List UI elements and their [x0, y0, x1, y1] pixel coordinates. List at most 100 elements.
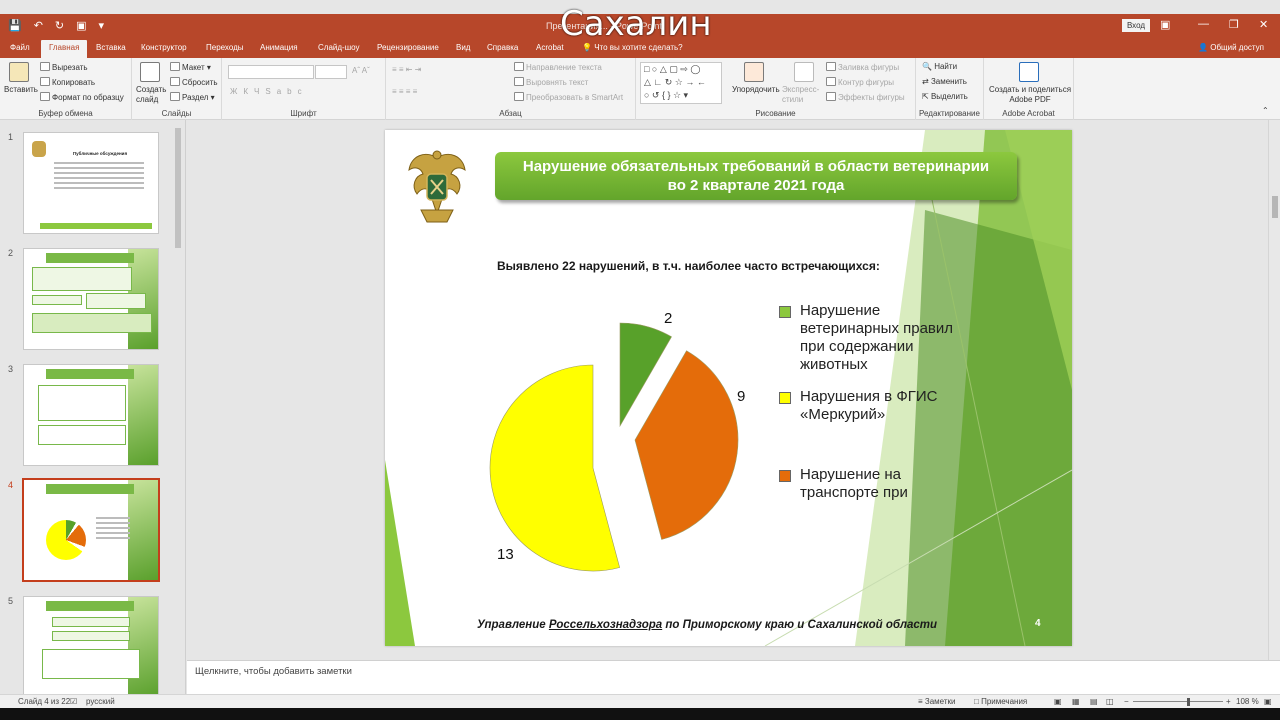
arrange-icon[interactable]	[744, 62, 764, 82]
shape-fill-button[interactable]: Заливка фигуры	[826, 62, 899, 72]
copy-icon	[40, 77, 50, 86]
thumb-number: 4	[8, 480, 14, 490]
format-painter-button[interactable]: Формат по образцу	[40, 92, 124, 102]
ribbon: Вставить Вырезать Копировать Формат по о…	[0, 58, 1280, 120]
tab-help[interactable]: Справка	[487, 43, 518, 52]
tab-design[interactable]: Конструктор	[141, 43, 187, 52]
minimize-icon[interactable]: —	[1198, 18, 1209, 30]
maximize-icon[interactable]: ❐	[1229, 18, 1239, 31]
slide-thumbnail-1[interactable]: Публичные обсуждения	[23, 132, 159, 234]
editor-scrollbar[interactable]	[1268, 120, 1280, 660]
tab-file[interactable]: Файл	[10, 43, 30, 52]
spellcheck-icon[interactable]: ☑	[70, 697, 77, 706]
shapes-gallery[interactable]: □ ○ △ ▢ ⇨ ◯ △ ∟ ↻ ☆ → ← ○ ↺ { } ☆ ▾	[640, 62, 722, 104]
zoom-out-icon[interactable]: −	[1124, 697, 1129, 706]
thumbnails-scrollbar[interactable]	[175, 128, 181, 248]
close-icon[interactable]: ✕	[1259, 18, 1268, 31]
font-format-buttons[interactable]: ЖКЧSabc	[230, 87, 308, 96]
share-button[interactable]: 👤 Общий доступ	[1198, 43, 1264, 52]
copy-label: Копировать	[52, 78, 96, 87]
copy-button[interactable]: Копировать	[40, 77, 95, 87]
undo-icon[interactable]: ↶	[34, 19, 43, 32]
new-slide-button[interactable]: Создать слайд	[136, 85, 166, 105]
language-indicator[interactable]: русский	[86, 697, 115, 706]
legend-swatch	[779, 470, 791, 482]
shape-outline-label: Контур фигуры	[838, 78, 894, 87]
slide-thumbnails-pane[interactable]: 1 Публичные обсуждения 2 3 4 5	[0, 120, 186, 694]
tab-animations[interactable]: Анимация	[260, 43, 298, 52]
slide-thumbnail-3[interactable]	[23, 364, 159, 466]
slide-footer[interactable]: Управление Россельхознадзора по Приморск…	[477, 619, 937, 631]
font-grow-icon[interactable]: Aˆ Aˇ	[352, 66, 370, 75]
find-button[interactable]: 🔍 Найти	[922, 62, 957, 71]
font-size-field[interactable]	[315, 65, 347, 79]
smartart-button[interactable]: Преобразовать в SmartArt	[514, 92, 623, 102]
reset-button[interactable]: Сбросить	[170, 77, 218, 87]
paste-button[interactable]: Вставить	[4, 85, 38, 94]
tell-me-search[interactable]: 💡 Что вы хотите сделать?	[582, 43, 683, 52]
tab-review[interactable]: Рецензирование	[377, 43, 439, 52]
comments-toggle[interactable]: □ Примечания	[974, 697, 1027, 706]
zoom-slider[interactable]	[1133, 701, 1223, 702]
slide-sorter-icon[interactable]: ▦	[1072, 697, 1080, 706]
pie-data-label: 9	[737, 388, 745, 405]
quick-styles-button[interactable]: Экспресс-стили	[782, 85, 822, 105]
slide-thumbnail-4-selected[interactable]	[22, 478, 160, 582]
zoom-level[interactable]: 108 %	[1236, 697, 1259, 706]
zoom-slider-knob[interactable]	[1187, 698, 1190, 706]
notes-pane[interactable]: Щелкните, чтобы добавить заметки	[187, 660, 1280, 694]
create-pdf-button[interactable]: Создать и поделиться Adobe PDF	[988, 85, 1072, 105]
editor-scroll-thumb[interactable]	[1272, 196, 1278, 218]
arrange-button[interactable]: Упорядочить	[732, 85, 780, 94]
shape-outline-button[interactable]: Контур фигуры	[826, 77, 894, 87]
sign-in-button[interactable]: Вход	[1122, 19, 1150, 32]
layout-button[interactable]: Макет ▾	[170, 62, 211, 72]
slideshow-start-icon[interactable]: ▣	[76, 19, 86, 32]
ribbon-display-options-icon[interactable]: ▣	[1160, 18, 1170, 31]
section-button[interactable]: Раздел ▾	[170, 92, 215, 102]
font-name-field[interactable]	[228, 65, 314, 79]
thumb-legend-lines	[96, 514, 130, 542]
align-icons[interactable]: ≡ ≡ ≡ ≡	[392, 87, 417, 96]
collapse-ribbon-icon[interactable]: ⌃	[1262, 106, 1269, 115]
reading-view-icon[interactable]: ▤	[1090, 697, 1098, 706]
shape-effects-button[interactable]: Эффекты фигуры	[826, 92, 905, 102]
replace-button[interactable]: ⇄ Заменить	[922, 77, 967, 86]
tab-home[interactable]: Главная	[41, 40, 88, 58]
tab-insert[interactable]: Вставка	[96, 43, 126, 52]
tab-transitions[interactable]: Переходы	[206, 43, 244, 52]
footer-pre: Управление	[477, 619, 549, 631]
pie-slice[interactable]	[634, 350, 739, 540]
tab-view[interactable]: Вид	[456, 43, 470, 52]
zoom-in-icon[interactable]: +	[1226, 697, 1231, 706]
quick-styles-icon[interactable]	[794, 62, 814, 82]
paste-icon[interactable]	[9, 62, 29, 82]
redo-icon[interactable]: ↻	[55, 19, 64, 32]
customize-qat-icon[interactable]: ▾	[99, 19, 105, 32]
select-button[interactable]: ⇱ Выделить	[922, 92, 968, 101]
cut-button[interactable]: Вырезать	[40, 62, 88, 72]
new-slide-icon[interactable]	[140, 62, 160, 82]
tab-slideshow[interactable]: Слайд-шоу	[318, 43, 359, 52]
notes-toggle[interactable]: ≡ Заметки	[918, 697, 956, 706]
pdf-icon[interactable]	[1019, 62, 1039, 82]
legend-label: Нарушения в ФГИС «Меркурий»	[800, 388, 938, 423]
thumb-number: 1	[8, 132, 14, 142]
current-slide[interactable]: Нарушение обязательных требований в обла…	[385, 130, 1072, 646]
text-direction-button[interactable]: Направление текста	[514, 62, 602, 72]
pie-slice[interactable]	[489, 364, 621, 572]
slide-thumbnail-2[interactable]	[23, 248, 159, 350]
shape-effects-label: Эффекты фигуры	[838, 93, 905, 102]
slide-thumbnail-5[interactable]	[23, 596, 159, 694]
bullets-icon[interactable]: ≡ ≡ ⇤ ⇥	[392, 65, 421, 74]
save-icon[interactable]: 💾	[8, 19, 22, 32]
fit-to-window-icon[interactable]: ▣	[1264, 697, 1272, 706]
reset-icon	[170, 77, 180, 86]
quick-access-toolbar: 💾 ↶ ↻ ▣ ▾	[8, 19, 104, 32]
slideshow-view-icon[interactable]: ◫	[1106, 697, 1114, 706]
tab-acrobat[interactable]: Acrobat	[536, 43, 564, 52]
thumb-pie	[46, 520, 86, 560]
format-painter-label: Формат по образцу	[52, 93, 124, 102]
align-text-button[interactable]: Выровнять текст	[514, 77, 588, 87]
normal-view-icon[interactable]: ▣	[1054, 697, 1062, 706]
